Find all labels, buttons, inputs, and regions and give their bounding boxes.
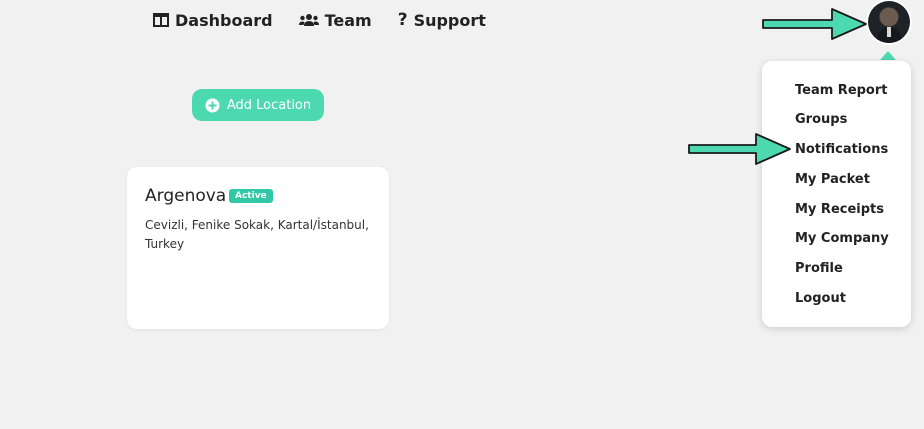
nav-support[interactable]: ? Support [398,10,486,30]
menu-item-notifications[interactable]: Notifications [795,142,888,157]
menu-item-my-packet[interactable]: My Packet [795,172,870,187]
menu-item-my-company[interactable]: My Company [795,231,889,246]
arrow-to-avatar-icon [762,8,867,40]
add-location-label: Add Location [226,97,312,113]
menu-item-team-report[interactable]: Team Report [795,83,888,98]
nav-dashboard[interactable]: Dashboard [153,11,273,30]
plus-circle-icon [205,98,220,112]
nav-dashboard-label: Dashboard [175,10,273,30]
nav-support-label: Support [413,10,486,30]
status-badge: Active [229,189,273,203]
arrow-to-notifications-icon [688,133,791,165]
nav-team[interactable]: Team [298,10,372,30]
location-name: Argenova [145,186,227,206]
user-avatar[interactable] [868,1,910,43]
location-card[interactable]: Argenova Active Cevizli, Fenike Sokak, K… [127,167,389,329]
nav-team-label: Team [324,10,372,30]
dashboard-icon [153,13,169,27]
menu-item-logout[interactable]: Logout [795,291,846,306]
avatar-shirt [887,27,891,37]
user-dropdown-menu: Team Report Groups Notifications My Pack… [762,61,911,327]
add-location-button[interactable]: Add Location [192,89,324,121]
main-nav: Dashboard Team ? Support [153,10,486,30]
menu-item-my-receipts[interactable]: My Receipts [795,202,884,217]
menu-item-groups[interactable]: Groups [795,112,847,127]
location-address: Cevizli, Fenike Sokak, Kartal/İstanbul, … [145,218,369,251]
menu-item-profile[interactable]: Profile [795,261,843,276]
team-icon [298,14,319,26]
dropdown-caret [880,51,896,60]
question-icon: ? [397,10,408,30]
